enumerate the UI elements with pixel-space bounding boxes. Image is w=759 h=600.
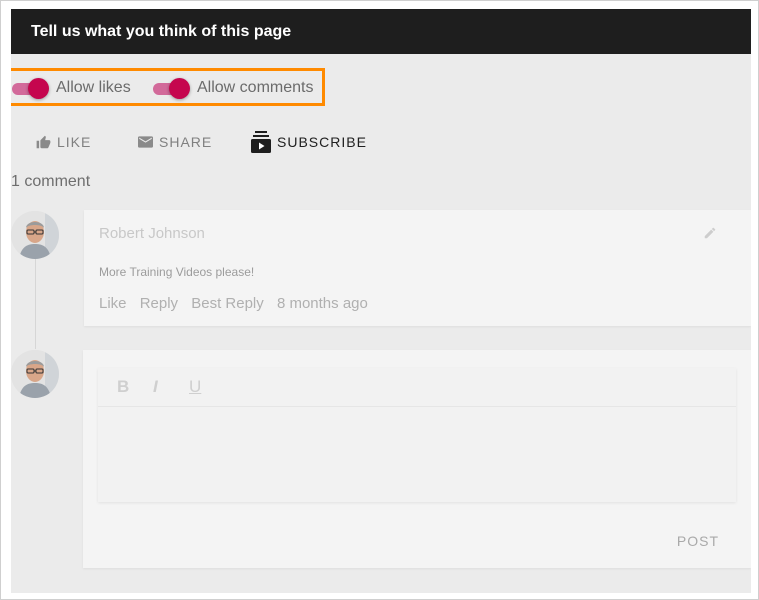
post-button[interactable]: POST (677, 533, 719, 549)
reply-card: B I U POST (83, 350, 751, 568)
editor-toolbar: B I U (98, 368, 736, 407)
comment-author[interactable]: Robert Johnson (99, 225, 205, 242)
panel-header: Tell us what you think of this page (11, 9, 751, 54)
thread-connector (35, 259, 36, 349)
subscribe-label: SUBSCRIBE (277, 134, 367, 150)
subscribe-button[interactable]: SUBSCRIBE (251, 131, 367, 153)
comment-card: Robert Johnson More Training Videos plea… (84, 210, 751, 326)
like-button[interactable]: LIKE (36, 131, 91, 153)
page-frame: Tell us what you think of this page Allo… (0, 0, 759, 600)
comment-editor[interactable]: B I U (98, 368, 736, 502)
pencil-icon[interactable] (703, 226, 717, 245)
allow-comments-label: Allow comments (197, 79, 314, 96)
like-label: LIKE (57, 134, 92, 150)
italic-button[interactable]: I (153, 377, 158, 397)
allow-likes-label: Allow likes (56, 79, 131, 96)
comment-count: 1 comment (11, 173, 91, 190)
comment-actions: Like Reply Best Reply 8 months ago (99, 295, 377, 312)
share-button[interactable]: SHARE (138, 131, 212, 153)
comment-text: More Training Videos please! (99, 265, 255, 279)
share-label: SHARE (159, 134, 213, 150)
comment-like-link[interactable]: Like (99, 295, 127, 312)
person-photo-icon (11, 350, 59, 398)
toggle-group: Allow likes Allow comments (11, 68, 325, 106)
avatar (11, 211, 59, 259)
comment-best-reply-link[interactable]: Best Reply (191, 295, 264, 312)
bold-button[interactable]: B (117, 377, 129, 397)
toggle-knob (169, 78, 190, 99)
toggle-knob (28, 78, 49, 99)
comment-reply-link[interactable]: Reply (140, 295, 178, 312)
person-photo-icon (11, 211, 59, 259)
avatar (11, 350, 59, 398)
underline-button[interactable]: U (189, 377, 201, 397)
subscriptions-icon (251, 131, 271, 153)
feedback-panel: Tell us what you think of this page Allo… (11, 9, 751, 593)
thumbs-up-icon (36, 135, 51, 149)
comment-timestamp: 8 months ago (276, 295, 368, 312)
envelope-icon (138, 136, 153, 148)
